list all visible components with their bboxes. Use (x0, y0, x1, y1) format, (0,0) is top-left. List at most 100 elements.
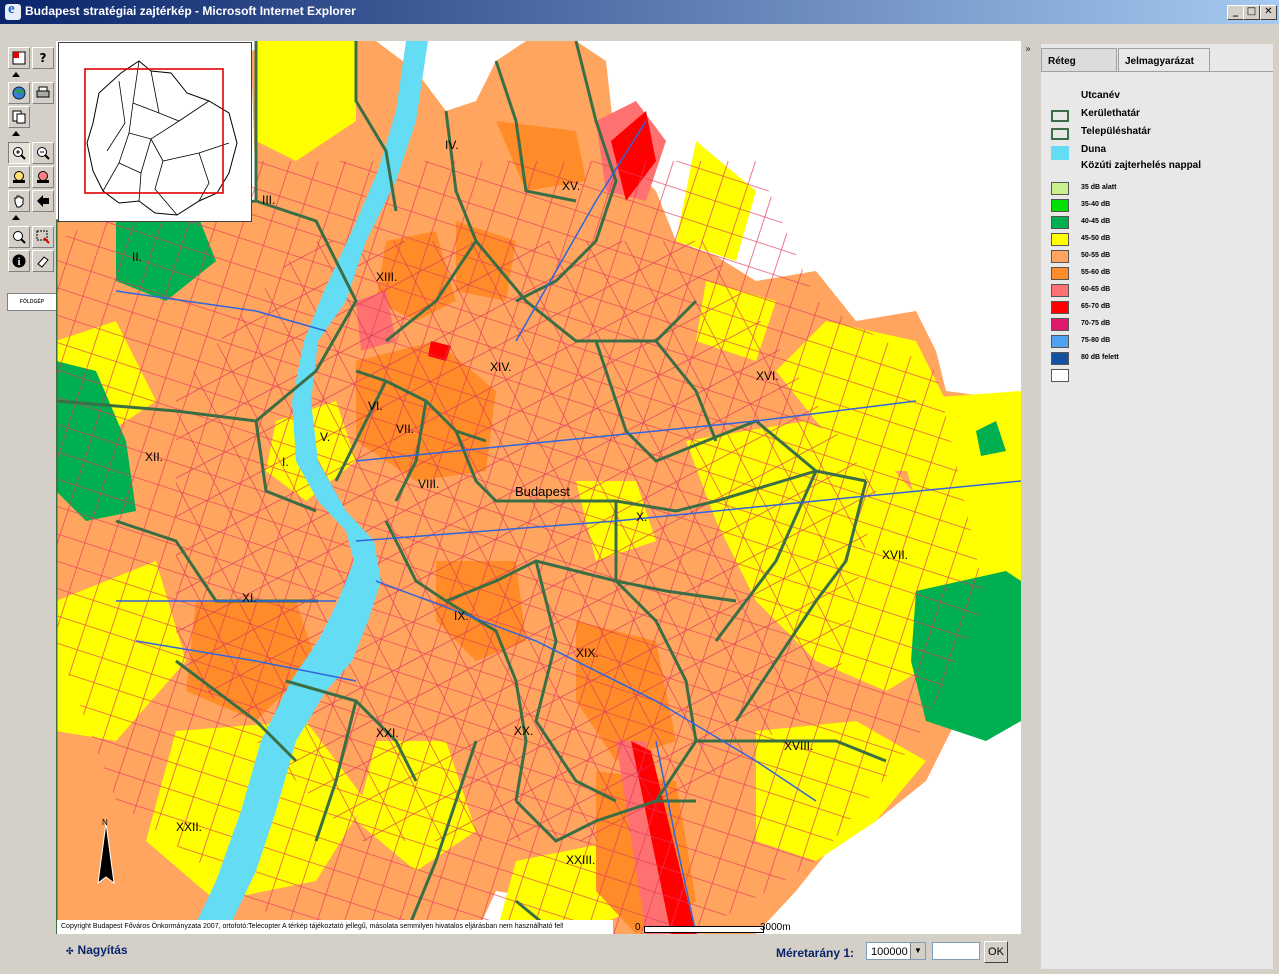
city-label: Budapest (515, 484, 570, 499)
pan-hand-icon[interactable] (8, 190, 30, 212)
district-label-XIV: XIV. (490, 360, 512, 374)
noise-swatch-11 (1051, 369, 1069, 382)
noise-class-6: 60-65 dB (1081, 286, 1111, 293)
district-label-III: III. (262, 193, 275, 207)
info-icon[interactable]: i (8, 250, 30, 272)
district-label-XXII: XXII. (176, 820, 202, 834)
district-label-XIII: XIII. (376, 270, 397, 284)
street-network (56, 161, 986, 934)
panel-collapse-icon[interactable]: » (1025, 44, 1031, 55)
district-label-VI: VI. (368, 399, 383, 413)
scale-ratio-input[interactable] (932, 942, 980, 960)
district-label-X: X. (636, 510, 647, 524)
help-icon[interactable]: ? (32, 47, 54, 69)
collapse-arrow-icon[interactable] (12, 131, 20, 136)
collapse-arrow-icon[interactable] (12, 72, 20, 77)
close-button[interactable]: ✕ (1260, 5, 1277, 20)
zoom-link-label: Nagyítás (77, 943, 128, 957)
legend-street-names: Utcanév (1081, 90, 1120, 101)
noise-swatch-8 (1051, 318, 1069, 331)
district-label-XVIII: XVIII. (784, 739, 813, 753)
legend-panel: Réteg Jelmagyarázat Utcanév Kerülethatár… (1041, 44, 1273, 969)
district-label-IV: IV. (445, 138, 459, 152)
legend-noise-title: Közúti zajterhelés nappal (1081, 160, 1202, 171)
info-glyph: i (18, 257, 21, 268)
noise-swatch-4 (1051, 250, 1069, 263)
noise-class-9: 75-80 dB (1081, 337, 1111, 344)
zoom-next-icon[interactable] (32, 166, 54, 188)
legend-district-border: Kerülethatár (1081, 108, 1140, 119)
zoom-link-icon: ✣ (66, 946, 74, 956)
company-logo[interactable]: FÖLDGÉP (7, 293, 57, 311)
back-arrow-icon[interactable] (32, 190, 54, 212)
district-label-XI: XI. (242, 591, 257, 605)
noise-class-0: 35 dB alatt (1081, 184, 1117, 191)
tab-reteg[interactable]: Réteg (1041, 48, 1117, 72)
copyright-text: Copyright Budapest Főváros Önkormányzata… (57, 920, 613, 934)
noise-swatch-10 (1051, 352, 1069, 365)
city-border-swatch (1051, 128, 1069, 140)
collapse-arrow-icon[interactable] (12, 215, 20, 220)
noise-swatch-6 (1051, 284, 1069, 297)
magnifier-icon[interactable] (8, 226, 30, 248)
noise-swatch-3 (1051, 233, 1069, 246)
district-border-swatch (1051, 110, 1069, 122)
district-label-IX: IX. (454, 609, 469, 623)
copy-icon[interactable] (8, 106, 30, 128)
district-label-V: V. (320, 430, 330, 444)
tab-jelmagyarazat[interactable]: Jelmagyarázat (1118, 48, 1210, 72)
title-bar: Budapest stratégiai zajtérkép - Microsof… (0, 0, 1279, 24)
district-label-XII: XII. (145, 450, 163, 464)
minimize-button[interactable]: _ (1227, 5, 1244, 20)
tab-divider (1041, 71, 1273, 72)
ie-icon (5, 1, 21, 20)
ok-button[interactable]: OK (984, 941, 1008, 963)
noise-class-2: 40-45 dB (1081, 218, 1111, 225)
noise-swatch-7 (1051, 301, 1069, 314)
map-toolbar: ? i FÖLDGÉP (5, 43, 57, 313)
noise-swatch-2 (1051, 216, 1069, 229)
legend-city-border: Településhatár (1081, 126, 1151, 137)
eraser-icon[interactable] (32, 250, 54, 272)
noise-class-7: 65-70 dB (1081, 303, 1111, 310)
scale-start-label: 0 (635, 922, 641, 933)
noise-swatch-0 (1051, 182, 1069, 195)
danube-swatch (1051, 146, 1069, 160)
legend-danube: Duna (1081, 144, 1106, 155)
district-label-XIX: XIX. (576, 646, 599, 660)
noise-swatch-9 (1051, 335, 1069, 348)
zoom-in-icon[interactable] (8, 142, 30, 164)
district-label-XXIII: XXIII. (566, 853, 595, 867)
scale-end-label: 3000m (760, 922, 791, 933)
noise-class-5: 55-60 dB (1081, 269, 1111, 276)
noise-class-10: 80 dB felett (1081, 354, 1119, 361)
globe-icon[interactable] (8, 82, 30, 104)
district-label-XXI: XXI. (376, 726, 399, 740)
district-label-II: II. (132, 250, 142, 264)
chevron-down-icon[interactable]: ▼ (910, 943, 925, 959)
noise-class-1: 35-40 dB (1081, 201, 1111, 208)
district-label-VII: VII. (396, 422, 414, 436)
district-label-I: I. (282, 455, 289, 469)
scale-bar: 0 3000m (632, 922, 802, 934)
zoom-prev-icon[interactable] (8, 166, 30, 188)
scale-bar-graphic (644, 926, 764, 933)
window-title: Budapest stratégiai zajtérkép - Microsof… (25, 4, 356, 18)
north-label: N (102, 818, 108, 827)
scale-ratio-select[interactable]: 100000 ▼ (866, 942, 926, 960)
select-rectangle-icon[interactable] (32, 226, 54, 248)
maximize-button[interactable]: □ (1243, 5, 1260, 20)
district-label-XX: XX. (514, 724, 533, 738)
noise-swatch-1 (1051, 199, 1069, 212)
noise-class-4: 50-55 dB (1081, 252, 1111, 259)
zoom-link[interactable]: ✣ Nagyítás (66, 943, 128, 957)
layers-icon[interactable] (8, 47, 30, 69)
scale-ratio-value: 100000 (871, 946, 908, 958)
overview-map[interactable] (58, 42, 252, 222)
scale-ratio-label: Méretarány 1: (776, 946, 855, 960)
noise-swatch-5 (1051, 267, 1069, 280)
zoom-out-icon[interactable] (32, 142, 54, 164)
bottom-bar: ✣ Nagyítás Méretarány 1: 100000 ▼ OK (56, 937, 1021, 967)
noise-class-8: 70-75 dB (1081, 320, 1111, 327)
print-icon[interactable] (32, 82, 54, 104)
